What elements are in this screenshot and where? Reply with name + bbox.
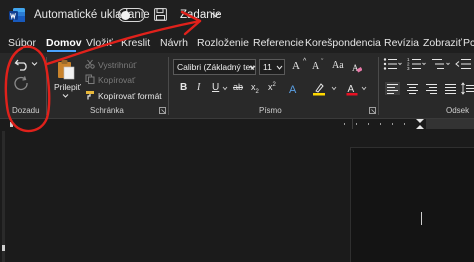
tab-view[interactable]: Zobraziť (423, 37, 462, 49)
undo-icon[interactable] (14, 57, 30, 71)
svg-text:A: A (289, 84, 297, 95)
clipboard-launcher-icon[interactable] (159, 107, 166, 114)
font-launcher-icon[interactable] (369, 107, 376, 114)
font-name-select[interactable]: Calibri (Základný tex (173, 59, 256, 75)
undo-group-label: Dozadu (12, 106, 40, 115)
active-tab-indicator (47, 50, 76, 52)
align-left-icon[interactable] (385, 82, 400, 95)
svg-text:3: 3 (407, 66, 410, 71)
clear-formatting-icon[interactable]: A (352, 63, 362, 73)
strikethrough-icon[interactable]: ab (233, 82, 243, 92)
tab-insert[interactable]: Vložiť (86, 37, 113, 49)
change-case-icon[interactable]: Aa (332, 60, 344, 71)
clipboard-group-label: Schránka (90, 106, 124, 115)
group-separator (46, 57, 47, 115)
chevron-down-icon[interactable] (361, 86, 367, 91)
numbering-icon[interactable]: 1 2 3 (407, 57, 427, 71)
multilevel-list-icon[interactable] (431, 57, 451, 71)
bold-icon[interactable]: B (180, 82, 187, 93)
autosave-toggle[interactable] (118, 8, 145, 22)
save-icon[interactable] (154, 8, 167, 21)
shrink-font-caret-icon: ˇ (321, 59, 324, 66)
font-name-value: Calibri (Základný tex (177, 62, 255, 72)
chevron-down-icon[interactable] (211, 10, 220, 19)
chevron-down-icon[interactable] (276, 65, 283, 70)
chevron-down-icon[interactable] (249, 65, 256, 70)
format-painter-icon[interactable] (85, 90, 95, 100)
tab-draw[interactable]: Kreslit (121, 37, 150, 49)
undo-dropdown-icon[interactable] (31, 61, 38, 67)
grow-font-icon[interactable]: A (292, 60, 300, 72)
tab-file[interactable]: Súbor (8, 37, 36, 49)
tab-more[interactable]: Pc (463, 37, 474, 49)
superscript-icon[interactable]: x2 (268, 82, 276, 92)
justify-icon[interactable] (443, 82, 458, 95)
horizontal-ruler[interactable] (0, 119, 474, 129)
highlight-color-icon[interactable] (312, 82, 326, 96)
font-group-label: Písmo (259, 106, 282, 115)
paragraph-group-label: Odsek (446, 106, 470, 115)
chevron-down-icon[interactable] (222, 86, 228, 91)
subscript-icon[interactable]: x2 (251, 82, 259, 95)
align-center-icon[interactable] (405, 82, 420, 95)
vertical-ruler (2, 131, 5, 262)
group-separator (168, 57, 169, 115)
tab-review[interactable]: Revízia (384, 37, 419, 49)
tab-references[interactable]: Referencie (253, 37, 304, 49)
chevron-down-icon[interactable] (331, 86, 337, 91)
ribbon: Dozadu Prilepiť Vystrihnúť Kopírovať Kop… (0, 53, 474, 119)
decrease-indent-icon[interactable] (455, 57, 473, 71)
align-right-icon[interactable] (424, 82, 439, 95)
tab-mailings[interactable]: Korešpondencia (305, 37, 381, 49)
document-page[interactable] (350, 147, 474, 262)
paste-label[interactable]: Prilepiť (54, 82, 81, 92)
group-separator (378, 57, 379, 115)
word-logo-icon (9, 8, 25, 22)
line-spacing-icon[interactable] (461, 82, 474, 95)
cut-label[interactable]: Vystrihnúť (98, 60, 136, 70)
text-cursor (421, 212, 422, 225)
paste-dropdown-icon[interactable] (62, 93, 69, 99)
bullets-icon[interactable] (383, 57, 403, 71)
tab-design[interactable]: Návrh (160, 37, 188, 49)
tab-layout[interactable]: Rozloženie (197, 37, 249, 49)
scissors-icon[interactable] (85, 59, 95, 69)
font-color-icon[interactable]: A (346, 82, 358, 96)
underline-icon[interactable]: U (212, 82, 219, 93)
shrink-font-icon[interactable]: A (312, 61, 319, 72)
format-painter-label[interactable]: Kopírovať formát (98, 91, 162, 101)
text-effects-icon[interactable]: A (288, 83, 300, 95)
paste-icon[interactable] (56, 58, 76, 80)
toggle-knob (121, 10, 130, 20)
title-bar: Automatické ukladanie Zadanie (0, 0, 474, 34)
copy-icon[interactable] (85, 74, 95, 84)
copy-label[interactable]: Kopírovať (98, 75, 135, 85)
ribbon-tabs: Súbor Domov Vložiť Kreslit Návrh Rozlože… (0, 34, 474, 53)
italic-icon[interactable]: I (197, 82, 200, 93)
grow-font-caret-icon: ^ (303, 58, 307, 65)
tab-home[interactable]: Domov (46, 37, 82, 49)
font-size-value: 11 (263, 62, 272, 72)
redo-icon[interactable] (14, 75, 30, 91)
